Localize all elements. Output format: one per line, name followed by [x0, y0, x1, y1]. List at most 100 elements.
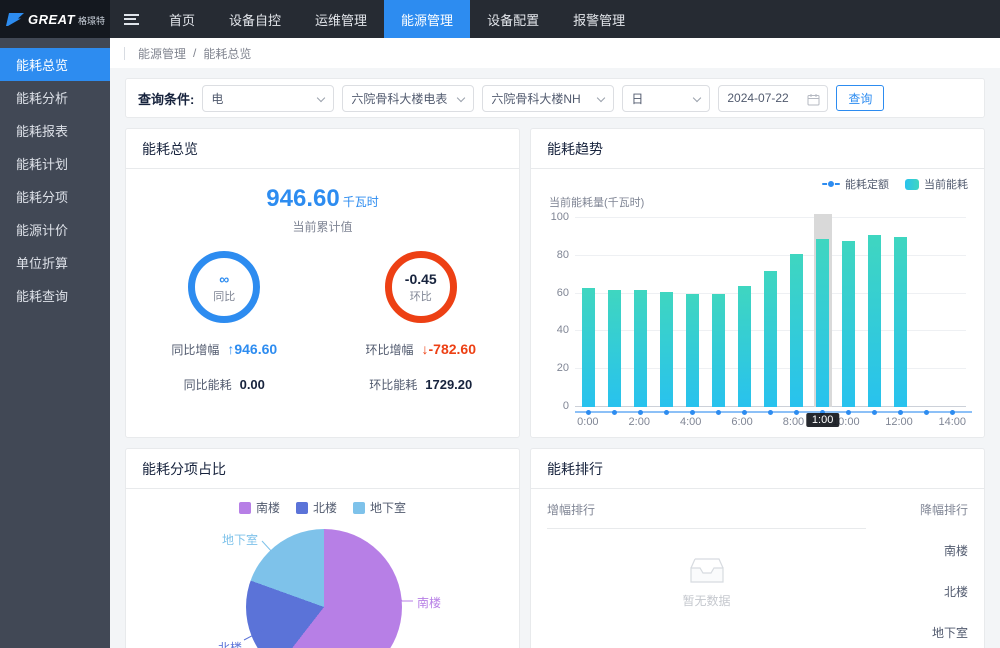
- trend-bar-slot[interactable]: [757, 218, 783, 407]
- y-axis-title: 当前能耗量(千瓦时): [549, 194, 968, 210]
- quota-dot: [664, 410, 669, 415]
- trend-bar-slot[interactable]: [888, 218, 914, 407]
- meter-select[interactable]: 六院骨科大楼电表: [342, 85, 474, 112]
- trend-bar[interactable]: [790, 254, 803, 407]
- sidebar-item[interactable]: 能耗计划: [0, 147, 110, 180]
- date-value: 2024-07-22: [727, 91, 788, 105]
- trend-bar[interactable]: [712, 294, 725, 407]
- energy-trend-panel: 能耗趋势 能耗定额 当前能耗: [530, 128, 985, 438]
- trend-bar-slot[interactable]: [940, 218, 966, 407]
- legend-basement[interactable]: 地下室: [353, 499, 406, 516]
- decrease-ranking: 降幅排行 南楼北楼地下室: [896, 501, 968, 648]
- mom-energy-value: 1729.20: [425, 377, 472, 392]
- energy-breakdown-panel: 能耗分项占比 南楼 北楼 地下室: [125, 448, 520, 648]
- trend-bar[interactable]: [842, 241, 855, 407]
- nav-item[interactable]: 设备配置: [470, 0, 556, 38]
- dashboard-grid: 能耗总览 946.60千瓦时 当前累计值 ∞ 同比: [125, 128, 985, 648]
- trend-bar-slot[interactable]: [862, 218, 888, 407]
- legend-current[interactable]: 当前能耗: [905, 176, 968, 192]
- period-value: 日: [631, 90, 643, 107]
- trend-bar-slot[interactable]: [914, 218, 940, 407]
- breadcrumb-section[interactable]: 能源管理: [138, 45, 186, 62]
- kwh-value: 946.60: [266, 185, 339, 212]
- trend-bar[interactable]: [764, 271, 777, 407]
- quota-dot: [742, 410, 747, 415]
- trend-bar-slot[interactable]: [627, 218, 653, 407]
- trend-bar[interactable]: [816, 239, 829, 407]
- sidebar-item[interactable]: 能耗查询: [0, 279, 110, 312]
- sidebar-item[interactable]: 能源计价: [0, 213, 110, 246]
- meter-value: 六院骨科大楼电表: [351, 90, 447, 107]
- legend-label: 北楼: [313, 499, 337, 516]
- trend-bar-slot[interactable]: [810, 218, 836, 407]
- panel-title: 能耗趋势: [531, 129, 984, 169]
- trend-bar[interactable]: [660, 292, 673, 407]
- trend-bar-slot[interactable]: [731, 218, 757, 407]
- yoy-ring: ∞ 同比: [188, 251, 260, 323]
- trend-legend: 能耗定额 当前能耗: [547, 175, 968, 193]
- chevron-down-icon: [597, 93, 605, 101]
- nav-item[interactable]: 首页: [152, 0, 212, 38]
- swatch-icon: [239, 502, 251, 514]
- building-select[interactable]: 六院骨科大楼NH: [482, 85, 614, 112]
- trend-bar[interactable]: [868, 235, 881, 407]
- sidebar-item[interactable]: 能耗报表: [0, 114, 110, 147]
- sidebar-item[interactable]: 能耗总览: [0, 48, 110, 81]
- quota-dot: [638, 410, 643, 415]
- calendar-icon: [807, 93, 820, 106]
- decrease-ranking-list: 南楼北楼地下室: [932, 518, 968, 641]
- breadcrumb-divider: [124, 47, 125, 60]
- trend-bar-slot[interactable]: [836, 218, 862, 407]
- search-button[interactable]: 查询: [836, 85, 884, 111]
- panel-title: 能耗分项占比: [126, 449, 519, 489]
- trend-bar-slot[interactable]: [653, 218, 679, 407]
- trend-bar[interactable]: [582, 288, 595, 407]
- legend-north-building[interactable]: 北楼: [296, 499, 337, 516]
- increase-ranking-title: 增幅排行: [547, 501, 866, 529]
- yoy-growth-label: 同比增幅: [171, 341, 219, 358]
- date-picker[interactable]: 2024-07-22: [718, 85, 828, 112]
- y-tick-label: 100: [549, 211, 569, 223]
- trend-bar[interactable]: [608, 290, 621, 407]
- current-total-caption: 当前累计值: [292, 218, 352, 235]
- trend-chart[interactable]: 020406080100: [575, 218, 966, 407]
- period-select[interactable]: 日: [622, 85, 710, 112]
- x-tick-label: 14:00: [939, 416, 967, 431]
- x-tick-label: [704, 416, 730, 431]
- trend-bar[interactable]: [686, 294, 699, 407]
- line-marker-icon: [822, 183, 840, 185]
- nav-item[interactable]: 报警管理: [556, 0, 642, 38]
- trend-bar-slot[interactable]: [601, 218, 627, 407]
- trend-bar[interactable]: [634, 290, 647, 407]
- y-tick-label: 80: [549, 249, 569, 261]
- mom-energy-row: 环比能耗 1729.20: [369, 376, 472, 393]
- legend-current-label: 当前能耗: [924, 176, 968, 192]
- sidebar-item[interactable]: 能耗分项: [0, 180, 110, 213]
- trend-bar[interactable]: [894, 237, 907, 407]
- nav-item[interactable]: 运维管理: [298, 0, 384, 38]
- quota-dot: [716, 410, 721, 415]
- menu-collapse-icon[interactable]: [110, 0, 152, 38]
- energy-type-select[interactable]: 电: [202, 85, 334, 112]
- mom-column: -0.45 环比 环比增幅 ↓-782.60 环比能耗: [323, 251, 520, 393]
- breadcrumb-current: 能耗总览: [203, 45, 251, 62]
- nav-item[interactable]: 设备自控: [212, 0, 298, 38]
- main-frame: 能耗总览能耗分析能耗报表能耗计划能耗分项能源计价单位折算能耗查询 能源管理 / …: [0, 38, 1000, 648]
- sidebar-item[interactable]: 单位折算: [0, 246, 110, 279]
- main-area: 能源管理 / 能耗总览 查询条件: 电 六院骨科大楼电表: [110, 38, 1000, 648]
- trend-bar[interactable]: [738, 286, 751, 407]
- legend-south-building[interactable]: 南楼: [239, 499, 280, 516]
- arrow-down-icon: ↓: [422, 341, 429, 357]
- sidebar-item[interactable]: 能耗分析: [0, 81, 110, 114]
- x-tick-label: [860, 416, 886, 431]
- x-tick-label: [652, 416, 678, 431]
- trend-bar-slot[interactable]: [705, 218, 731, 407]
- pie-chart[interactable]: [246, 529, 402, 648]
- legend-quota[interactable]: 能耗定额: [822, 176, 889, 192]
- trend-bar-slot[interactable]: [679, 218, 705, 407]
- trend-bar-slot[interactable]: [575, 218, 601, 407]
- nav-item[interactable]: 能源管理: [384, 0, 470, 38]
- trend-bar-slot[interactable]: [784, 218, 810, 407]
- x-tick-label: 6:00: [729, 416, 755, 431]
- legend-label: 南楼: [256, 499, 280, 516]
